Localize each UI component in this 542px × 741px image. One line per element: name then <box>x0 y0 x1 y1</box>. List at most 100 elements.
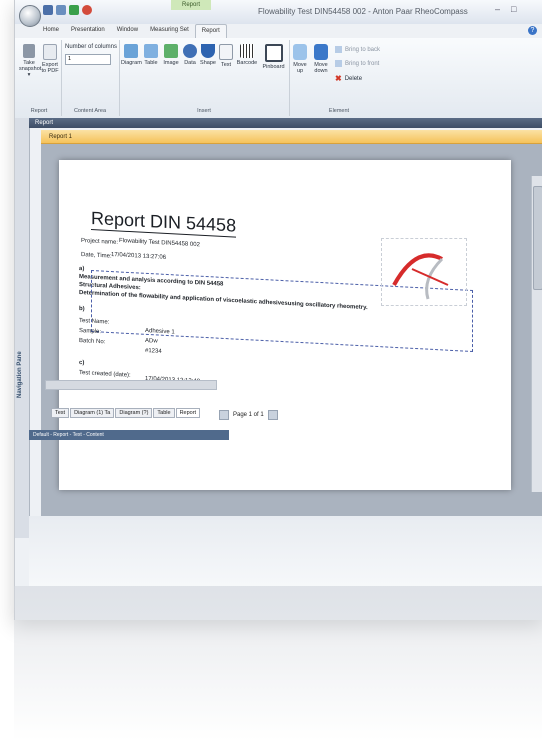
sample-label: Sample: <box>79 328 102 336</box>
insert-barcode-label: Barcode <box>236 60 258 66</box>
pager: Page 1 of 1 <box>219 410 278 420</box>
shape-icon <box>201 44 215 58</box>
bottom-tab-report[interactable]: Report <box>175 408 201 418</box>
quick-access-toolbar <box>43 5 92 15</box>
bottom-tabs: Test Diagram (1) Ta Diagram (?) Table Re… <box>51 408 201 418</box>
document-tab-report-1[interactable]: Report 1 <box>41 130 542 144</box>
take-snapshot-label: Take snapshot ▾ <box>19 60 42 78</box>
logo-frame[interactable] <box>381 238 467 306</box>
report-pane-header: Report <box>29 118 542 128</box>
delete-icon: ✖ <box>335 74 342 83</box>
insert-barcode-button[interactable]: Barcode <box>235 44 259 66</box>
navigation-pane-label-wrap: Navigation Pane <box>16 318 28 398</box>
ribbon-group-insert: Diagram Table Image Data Shape Text Barc… <box>119 40 290 116</box>
tab-measuring-set[interactable]: Measuring Set <box>144 24 195 38</box>
tab-window[interactable]: Window <box>111 24 144 38</box>
move-up-label: Move up <box>293 62 307 74</box>
pinboard-icon <box>264 44 283 62</box>
undo-icon[interactable] <box>56 5 66 15</box>
columns-combo[interactable]: 1 <box>65 54 111 65</box>
image-icon <box>164 44 178 58</box>
bottom-tab-diagram-2[interactable]: Diagram (?) <box>115 408 153 418</box>
bring-front-icon <box>335 60 342 67</box>
section-c-label: c) <box>79 360 85 367</box>
insert-image-button[interactable]: Image <box>161 44 181 66</box>
insert-diagram-label: Diagram <box>121 60 142 66</box>
ribbon: Take snapshot ▾ Export to PDF Report Num… <box>15 38 542 119</box>
maximize-button[interactable]: □ <box>511 4 516 14</box>
content-area-group-label: Content Area <box>73 108 107 114</box>
title-bar: Report Flowability Test DIN54458 002 - A… <box>15 0 542 27</box>
anton-paar-logo-icon <box>392 253 449 300</box>
barcode-icon <box>240 44 254 58</box>
move-down-button[interactable]: Move down <box>311 44 331 74</box>
previous-page-icon[interactable] <box>219 410 229 420</box>
page-indicator: Page 1 of 1 <box>233 412 264 418</box>
window-title: Flowability Test DIN54458 002 - Anton Pa… <box>258 7 468 16</box>
tab-home[interactable]: Home <box>37 24 65 38</box>
navigation-pane[interactable]: Navigation Pane <box>15 118 30 538</box>
insert-shape-label: Shape <box>200 60 216 66</box>
insert-image-label: Image <box>163 60 179 66</box>
run-icon[interactable] <box>69 5 79 15</box>
arrow-up-icon <box>293 44 307 60</box>
data-icon <box>183 44 197 58</box>
ribbon-tabs: Home Presentation Window Measuring Set R… <box>37 24 227 39</box>
bottom-tab-test[interactable]: Test <box>51 408 70 418</box>
element-group-label: Element <box>328 108 350 114</box>
reflection <box>14 586 542 741</box>
ribbon-group-content-area: Number of columns 1 Content Area <box>61 40 120 116</box>
batch-value-2: #1234 <box>145 348 162 355</box>
arrow-down-icon <box>314 44 328 60</box>
bring-to-back-button[interactable]: Bring to back <box>335 46 380 53</box>
insert-data-button[interactable]: Data <box>182 44 198 66</box>
navigation-pane-label: Navigation Pane <box>17 351 23 398</box>
bring-to-front-button[interactable]: Bring to front <box>335 60 379 67</box>
app-window: Report Flowability Test DIN54458 002 - A… <box>14 0 542 620</box>
move-up-button[interactable]: Move up <box>291 44 309 74</box>
insert-shape-button[interactable]: Shape <box>199 44 217 66</box>
take-snapshot-button[interactable]: Take snapshot ▾ <box>19 44 42 78</box>
insert-pinboard-button[interactable]: Pinboard <box>260 44 287 70</box>
ribbon-group-report: Take snapshot ▾ Export to PDF Report <box>17 40 62 116</box>
bring-back-icon <box>335 46 342 53</box>
stop-icon[interactable] <box>82 5 92 15</box>
delete-button[interactable]: ✖ Delete <box>335 74 362 83</box>
tab-report[interactable]: Report <box>194 24 227 39</box>
bring-to-front-label: Bring to front <box>345 60 380 67</box>
diagram-icon <box>124 44 138 58</box>
tab-presentation[interactable]: Presentation <box>65 24 111 38</box>
insert-table-button[interactable]: Table <box>142 44 160 66</box>
columns-combo-value: 1 <box>68 56 72 62</box>
section-a-label: a) <box>79 266 85 273</box>
section-b-label: b) <box>79 306 85 313</box>
columns-label: Number of columns <box>65 44 118 50</box>
insert-group-label: Insert <box>197 108 211 114</box>
export-pdf-label: Export to PDF <box>41 62 59 74</box>
export-pdf-button[interactable]: Export to PDF <box>40 44 60 74</box>
camera-icon <box>23 44 35 58</box>
help-icon[interactable]: ? <box>528 26 537 35</box>
minimize-button[interactable]: – <box>495 4 500 14</box>
insert-table-label: Table <box>144 60 158 66</box>
insert-text-button[interactable]: Text <box>218 44 234 68</box>
insert-pinboard-label: Pinboard <box>262 64 285 70</box>
insert-text-label: Text <box>220 62 232 68</box>
batch-value: ADw <box>145 338 158 345</box>
horizontal-scrollbar[interactable] <box>45 380 217 390</box>
save-icon[interactable] <box>43 5 53 15</box>
context-tab-group-label: Report <box>171 0 211 10</box>
text-icon <box>219 44 233 60</box>
status-bar: Default - Report - Text - Content <box>29 430 229 440</box>
report-group-label: Report <box>30 108 48 114</box>
ribbon-group-element: Move up Move down Bring to back Bring to… <box>289 40 389 116</box>
insert-data-label: Data <box>184 60 196 66</box>
bottom-tab-table[interactable]: Table <box>153 408 175 418</box>
next-page-icon[interactable] <box>267 410 278 420</box>
vertical-scroll-thumb[interactable] <box>533 186 542 290</box>
move-down-label: Move down <box>314 62 328 74</box>
insert-diagram-button[interactable]: Diagram <box>121 44 142 66</box>
table-icon <box>144 44 158 58</box>
bottom-tab-diagram-1[interactable]: Diagram (1) Ta <box>70 408 115 418</box>
bring-to-back-label: Bring to back <box>345 46 381 53</box>
